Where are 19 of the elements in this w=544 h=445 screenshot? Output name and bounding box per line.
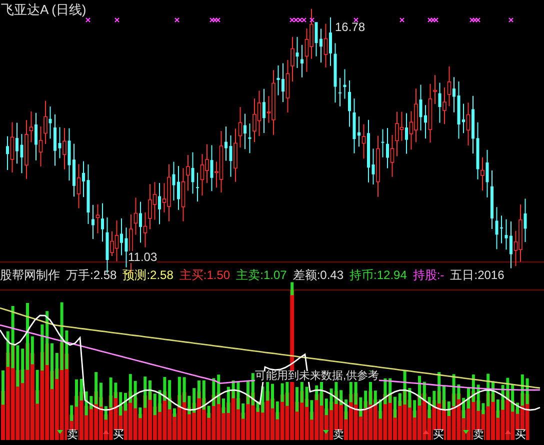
signal-label: 卖 — [333, 430, 344, 441]
indicator-value: 万手:2.58 — [66, 269, 117, 281]
signal-label: 买 — [433, 430, 444, 441]
indicator-value: 持股:- — [412, 269, 444, 281]
high-price-label: 16.78 — [335, 21, 366, 33]
indicator-value: 预测:2.58 — [122, 269, 174, 281]
indicator-value: 五日:2016 — [450, 269, 504, 281]
indicator-value: 持币:12.94 — [350, 269, 407, 281]
signal-label: 卖 — [67, 430, 78, 441]
indicator-value: 差额:0.43 — [292, 269, 344, 281]
note-text: 可能用到未来数据,供参考 — [255, 371, 380, 382]
indicator-value: 股帮网制作 — [0, 269, 60, 281]
chart-title: 飞亚达A (日线) — [1, 3, 86, 16]
signal-label: 买 — [515, 430, 526, 441]
low-price-label: 11.03 — [128, 251, 158, 263]
signal-label: 买 — [113, 430, 124, 441]
signal-label: 卖 — [473, 430, 484, 441]
indicator-value: 主卖:1.07 — [236, 269, 287, 281]
indicator-value: 主买:1.50 — [179, 269, 230, 281]
